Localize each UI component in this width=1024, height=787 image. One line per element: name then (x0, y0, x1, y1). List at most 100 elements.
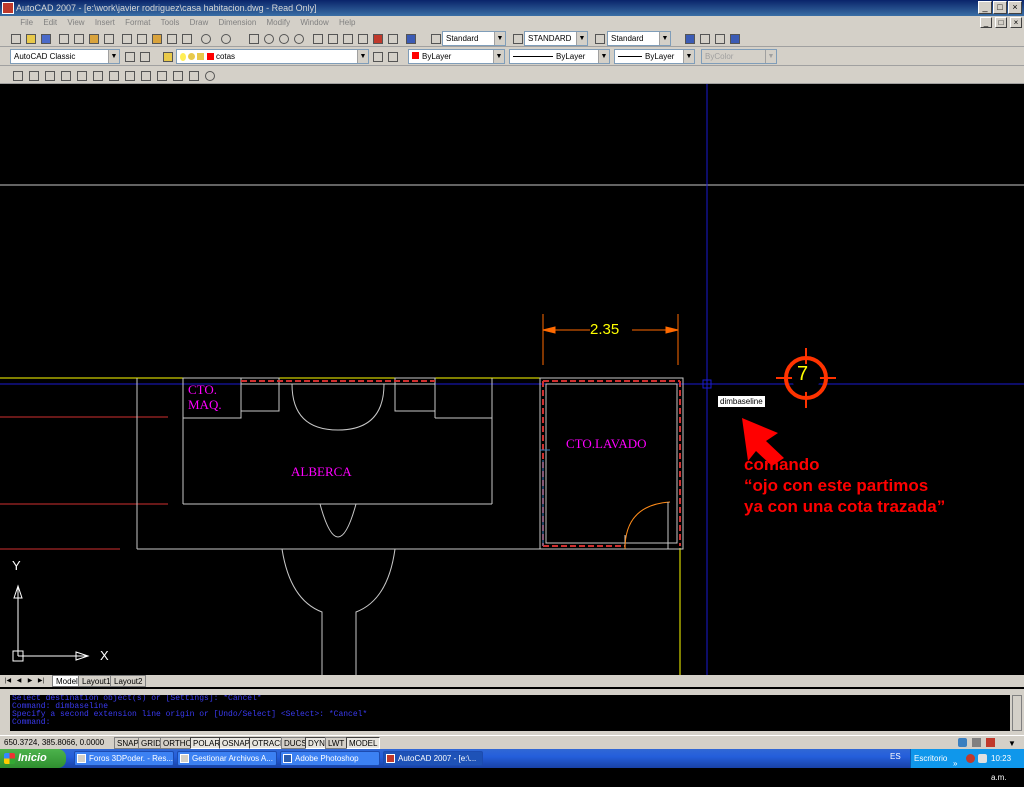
workspace-settings-icon[interactable] (122, 49, 136, 63)
menu-format[interactable]: Format (121, 16, 154, 29)
menu-dimension[interactable]: Dimension (214, 16, 260, 29)
menu-help[interactable]: Help (335, 16, 359, 29)
tile-vertical-icon[interactable] (712, 31, 726, 45)
menu-modify[interactable]: Modify (263, 16, 295, 29)
markup-manager-icon[interactable] (370, 31, 384, 45)
plot-preview-icon[interactable] (71, 31, 85, 45)
lineweight-select[interactable]: ByLayer ▼ (614, 49, 695, 64)
cone-icon[interactable] (58, 68, 72, 82)
extrude-icon[interactable] (170, 68, 184, 82)
tab-layout2[interactable]: Layout2 (110, 675, 147, 687)
task-gestionar-archivos[interactable]: Gestionar Archivos A... (177, 751, 277, 766)
zoom-window-icon[interactable] (276, 31, 290, 45)
tile-horizontal-icon[interactable] (697, 31, 711, 45)
color-select[interactable]: ByLayer ▼ (408, 49, 505, 64)
dim-style-select[interactable]: STANDARD ▼ (524, 31, 588, 46)
menu-window[interactable]: Window (296, 16, 332, 29)
wedge-icon[interactable] (26, 68, 40, 82)
calculator-icon[interactable] (385, 31, 399, 45)
text-style-select[interactable]: Standard ▼ (442, 31, 506, 46)
doc-close-button[interactable]: × (1010, 17, 1022, 28)
box-icon[interactable] (10, 68, 24, 82)
zoom-realtime-icon[interactable] (261, 31, 275, 45)
menu-edit[interactable]: Edit (39, 16, 61, 29)
model-toggle[interactable]: MODEL (346, 737, 381, 749)
zoom-previous-icon[interactable] (291, 31, 305, 45)
lock-icon[interactable] (972, 738, 981, 747)
pan-realtime-icon[interactable] (246, 31, 260, 45)
3d-dwf-icon[interactable] (101, 31, 115, 45)
3d-orbit-icon[interactable] (202, 68, 216, 82)
union-icon[interactable] (122, 68, 136, 82)
sphere-icon[interactable] (74, 68, 88, 82)
qnew-icon[interactable] (8, 31, 22, 45)
desktop-toolbar[interactable]: Escritorio (914, 749, 947, 768)
task-foros-3dpoder[interactable]: Foros 3DPoder. - Res... (74, 751, 174, 766)
command-scrollbar[interactable] (1012, 695, 1022, 731)
workspace-select[interactable]: AutoCAD Classic ▼ (10, 49, 120, 64)
open-icon[interactable] (23, 31, 37, 45)
workspace-save-icon[interactable] (137, 49, 151, 63)
block-editor-icon[interactable] (179, 31, 193, 45)
antivirus-icon[interactable] (966, 754, 975, 763)
sheet-set-manager-icon[interactable] (355, 31, 369, 45)
help-icon[interactable] (403, 31, 417, 45)
communication-center-icon[interactable] (958, 738, 967, 747)
close-button[interactable]: × (1008, 1, 1022, 14)
cylinder-icon[interactable] (42, 68, 56, 82)
minimize-button[interactable]: _ (978, 1, 992, 14)
tool-palettes-icon[interactable] (340, 31, 354, 45)
plot-icon[interactable] (56, 31, 70, 45)
layer-manager-icon[interactable] (160, 49, 174, 63)
publish-icon[interactable] (86, 31, 100, 45)
text-style-icon[interactable] (428, 31, 442, 45)
layer-previous-icon[interactable] (385, 49, 399, 63)
last-tab-icon[interactable]: ▶| (36, 676, 46, 686)
dim-style-icon[interactable] (510, 31, 524, 45)
properties-icon[interactable] (310, 31, 324, 45)
autocad-app-icon[interactable] (2, 2, 14, 14)
table-style-select[interactable]: Standard ▼ (607, 31, 671, 46)
start-button[interactable]: Inicio (0, 749, 66, 768)
restore-button[interactable]: □ (993, 1, 1007, 14)
tab-layout1[interactable]: Layout1 (78, 675, 115, 687)
make-layer-current-icon[interactable] (370, 49, 384, 63)
menu-view[interactable]: View (63, 16, 88, 29)
menu-tools[interactable]: Tools (157, 16, 184, 29)
task-autocad[interactable]: AutoCAD 2007 - [e:\... (383, 751, 483, 766)
linetype-select[interactable]: ByLayer ▼ (509, 49, 610, 64)
undo-icon[interactable] (198, 31, 212, 45)
arrange-icons-icon[interactable] (727, 31, 741, 45)
task-adobe-photoshop[interactable]: Adobe Photoshop (280, 751, 380, 766)
cut-icon[interactable] (119, 31, 133, 45)
doc-minimize-button[interactable]: _ (980, 17, 992, 28)
language-indicator[interactable]: ES (890, 752, 901, 761)
redo-icon[interactable] (218, 31, 232, 45)
subtract-icon[interactable] (138, 68, 152, 82)
match-properties-icon[interactable] (164, 31, 178, 45)
copy-icon[interactable] (134, 31, 148, 45)
volume-icon[interactable] (978, 754, 987, 763)
chevron-double-icon[interactable]: » (953, 754, 957, 773)
pyramid-icon[interactable] (106, 68, 120, 82)
prev-tab-icon[interactable]: ◀ (14, 676, 24, 686)
cascade-icon[interactable] (682, 31, 696, 45)
table-style-icon[interactable] (592, 31, 606, 45)
trust-icon[interactable] (986, 738, 995, 747)
menu-insert[interactable]: Insert (91, 16, 119, 29)
revolve-icon[interactable] (186, 68, 200, 82)
lwt-toggle[interactable]: LWT (325, 737, 348, 749)
menu-file[interactable]: File (16, 16, 37, 29)
next-tab-icon[interactable]: ▶ (25, 676, 35, 686)
drawing-area[interactable]: 2.35 CTO. MAQ. ALBERCA CTO.LAVADO dimbase… (0, 84, 1024, 675)
doc-restore-button[interactable]: □ (995, 17, 1007, 28)
torus-icon[interactable] (90, 68, 104, 82)
layer-select[interactable]: cotas ▼ (176, 49, 369, 64)
design-center-icon[interactable] (325, 31, 339, 45)
save-icon[interactable] (38, 31, 52, 45)
first-tab-icon[interactable]: |◀ (3, 676, 13, 686)
intersect-icon[interactable] (154, 68, 168, 82)
command-history[interactable]: Select destination object(s) or [Setting… (10, 695, 1010, 731)
paste-icon[interactable] (149, 31, 163, 45)
osnap-toggle[interactable]: OSNAP (219, 737, 254, 749)
